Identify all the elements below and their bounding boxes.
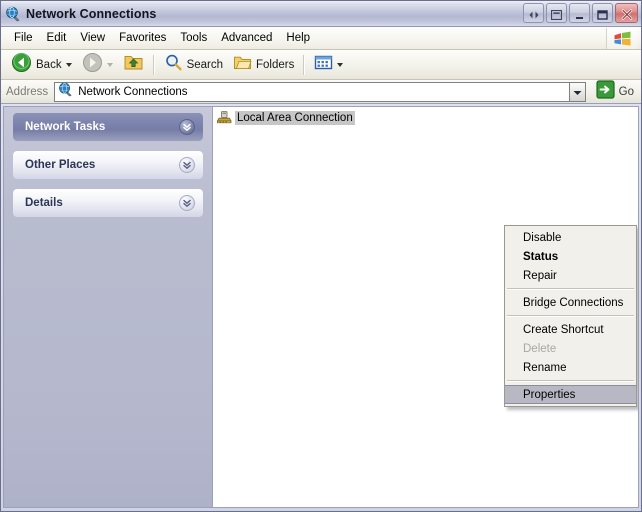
double-chevron-down-icon[interactable]	[179, 119, 195, 135]
search-magnifier-icon	[164, 53, 183, 77]
left-right-arrows-icon	[528, 7, 540, 19]
address-bar: Address Network Connections Go	[1, 79, 641, 104]
back-arrow-icon	[11, 52, 32, 78]
context-menu-item-disable[interactable]: Disable	[505, 228, 636, 247]
context-menu-item-properties[interactable]: Properties	[505, 385, 636, 404]
rollup-button[interactable]	[546, 3, 567, 23]
panel-other-places: Other Places	[13, 151, 203, 179]
views-icon	[314, 54, 333, 76]
panel-header-other-places[interactable]: Other Places	[13, 151, 203, 179]
toolbar-separator	[303, 54, 306, 75]
maximize-button[interactable]	[592, 3, 613, 23]
minimize-button[interactable]	[569, 3, 590, 23]
search-button[interactable]: Search	[159, 52, 228, 78]
up-folder-icon	[123, 53, 144, 77]
folder-icon	[233, 54, 252, 76]
panel-details: Details	[13, 189, 203, 217]
back-button[interactable]: Back	[6, 52, 77, 78]
menu-item-file[interactable]: File	[7, 30, 40, 46]
forward-button[interactable]	[77, 52, 118, 78]
chevron-down-icon	[573, 83, 582, 101]
context-menu-separator	[507, 288, 634, 290]
globe-network-icon	[58, 82, 73, 102]
context-menu: Disable Status Repair Bridge Connections…	[504, 225, 637, 407]
menu-item-tools[interactable]: Tools	[173, 30, 214, 46]
context-menu-item-status[interactable]: Status	[505, 247, 636, 266]
panel-title-other-places: Other Places	[25, 159, 96, 171]
address-dropdown-button[interactable]	[568, 81, 586, 102]
chevron-down-icon[interactable]	[65, 62, 72, 67]
toolbar: Back Search Folders	[1, 50, 641, 80]
context-menu-item-rename[interactable]: Rename	[505, 358, 636, 377]
network-connections-window: Network Connections File Edit View Favor…	[0, 0, 642, 512]
address-value: Network Connections	[78, 85, 188, 98]
address-input[interactable]: Network Connections	[54, 81, 569, 102]
menu-item-view[interactable]: View	[73, 30, 112, 46]
window-body: Network Tasks Other Places Details Local…	[1, 104, 641, 511]
title-bar[interactable]: Network Connections	[1, 1, 641, 27]
menu-item-help[interactable]: Help	[279, 30, 317, 46]
panel-icon	[550, 7, 563, 21]
maximize-icon	[596, 7, 609, 20]
menu-item-favorites[interactable]: Favorites	[112, 30, 173, 46]
context-menu-item-create-shortcut[interactable]: Create Shortcut	[505, 320, 636, 339]
resize-horizontal-button[interactable]	[523, 3, 544, 23]
list-item-label: Local Area Connection	[235, 110, 355, 125]
globe-network-icon	[5, 6, 21, 22]
windows-flag-icon	[606, 28, 637, 49]
green-arrow-icon	[596, 79, 615, 104]
address-label: Address	[6, 85, 49, 98]
context-menu-item-delete: Delete	[523, 342, 557, 355]
context-menu-separator	[507, 315, 634, 317]
views-button[interactable]	[309, 52, 348, 78]
close-x-icon	[621, 7, 633, 20]
folders-button[interactable]: Folders	[228, 52, 299, 78]
menu-bar: File Edit View Favorites Tools Advanced …	[1, 27, 641, 50]
window-title: Network Connections	[26, 6, 157, 21]
panel-title-details: Details	[25, 197, 63, 209]
context-menu-item-repair[interactable]: Repair	[505, 266, 636, 285]
panel-header-network-tasks[interactable]: Network Tasks	[13, 113, 203, 141]
connections-list[interactable]: Local Area Connection Disable Status Rep…	[212, 106, 639, 508]
forward-arrow-icon	[82, 52, 103, 78]
toolbar-separator	[152, 54, 155, 75]
panel-network-tasks: Network Tasks	[13, 113, 203, 141]
title-bar-buttons	[523, 3, 638, 23]
double-chevron-down-icon[interactable]	[179, 195, 195, 211]
task-pane-sidebar: Network Tasks Other Places Details	[3, 106, 212, 508]
minimize-icon	[574, 7, 586, 19]
close-button[interactable]	[615, 3, 638, 23]
chevron-down-icon[interactable]	[106, 62, 113, 67]
context-menu-separator	[507, 380, 634, 382]
panel-header-details[interactable]: Details	[13, 189, 203, 217]
network-adapter-icon	[216, 110, 233, 125]
search-button-label: Search	[186, 58, 224, 71]
folders-button-label: Folders	[256, 58, 295, 71]
menu-item-advanced[interactable]: Advanced	[214, 30, 279, 46]
go-button[interactable]: Go	[592, 79, 638, 104]
chevron-down-icon[interactable]	[337, 62, 344, 67]
back-button-label: Back	[36, 58, 62, 71]
up-button[interactable]	[118, 52, 149, 78]
menu-item-edit[interactable]: Edit	[40, 30, 74, 46]
list-item-local-area-connection[interactable]: Local Area Connection	[216, 109, 358, 126]
context-menu-item-bridge-connections[interactable]: Bridge Connections	[505, 293, 636, 312]
go-button-label: Go	[618, 85, 634, 98]
double-chevron-down-icon[interactable]	[179, 157, 195, 173]
panel-title-network-tasks: Network Tasks	[25, 121, 106, 133]
